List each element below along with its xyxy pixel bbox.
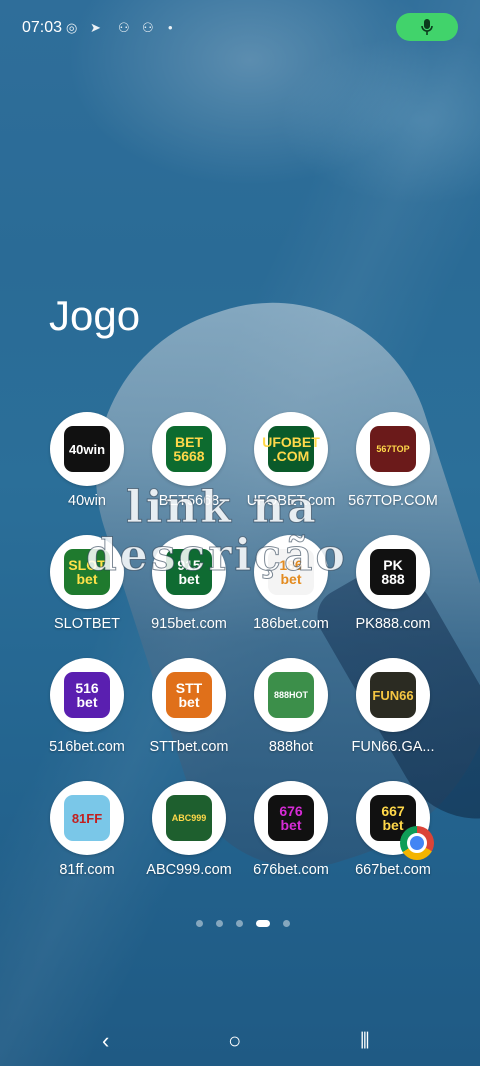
app-icon-circle[interactable]: FUN66 — [356, 658, 430, 732]
app-logo-icon: 888HOT — [268, 672, 314, 718]
app-logo-text: 516 — [75, 680, 99, 696]
app-logo-text: PK — [383, 557, 403, 573]
app-icon-circle[interactable]: 567TOP — [356, 412, 430, 486]
app-label: 915bet.com — [151, 616, 227, 632]
app-logo-text: 888 — [381, 571, 405, 587]
page-dot[interactable] — [196, 920, 203, 927]
page-dot[interactable] — [283, 920, 290, 927]
app-logo-text: 81FF — [71, 810, 103, 826]
app-logo-text: 676 — [279, 803, 303, 819]
app-icon-item[interactable]: 40win 40win — [37, 412, 137, 509]
app-label: ABC999.com — [146, 862, 232, 878]
app-logo-icon: UFOBET .COM — [262, 426, 320, 472]
app-icon-item[interactable]: PK 888 PK888.com — [343, 535, 443, 632]
app-icon-item[interactable]: FUN66 FUN66.GA... — [343, 658, 443, 755]
app-icon-circle[interactable]: 81FF — [50, 781, 124, 855]
app-logo-text: 888HOT — [273, 689, 308, 700]
notification-icon: ⚇ — [142, 20, 154, 35]
home-button[interactable]: ○ — [228, 1028, 241, 1054]
app-label: 667bet.com — [355, 862, 431, 878]
app-label: FUN66.GA... — [351, 739, 435, 755]
app-logo-text: 40win — [68, 441, 106, 457]
app-logo-text: bet — [382, 817, 404, 833]
app-logo-text: bet — [280, 817, 302, 833]
app-logo-icon: 40win — [64, 426, 110, 472]
app-label: PK888.com — [355, 616, 431, 632]
app-icon-circle[interactable]: 40win — [50, 412, 124, 486]
folder-title[interactable]: Jogo — [49, 292, 140, 340]
app-logo-text: bet — [76, 694, 98, 710]
notification-icon: ⚇ — [118, 20, 130, 35]
page-dot[interactable] — [256, 920, 270, 927]
app-logo-icon: FUN66 — [370, 672, 416, 718]
app-label: 888hot — [268, 739, 314, 755]
app-icon-circle[interactable]: PK 888 — [356, 535, 430, 609]
navigation-bar: ‹ ○ ⦀ — [0, 1010, 480, 1066]
location-icon: ◎ — [66, 20, 78, 35]
recents-button[interactable]: ⦀ — [360, 1028, 370, 1054]
telegram-icon: ➤ — [90, 20, 101, 35]
chrome-icon — [400, 826, 434, 860]
status-bar: 07:03 ◎ ➤ ⚇ ⚇ • — [0, 0, 480, 56]
page-dot[interactable] — [216, 920, 223, 927]
app-logo-icon: PK 888 — [370, 549, 416, 595]
overlay-caption-line2: descrição — [86, 530, 348, 582]
app-logo-text: 567TOP — [376, 443, 410, 454]
app-label: 81ff.com — [59, 862, 115, 878]
app-label: 676bet.com — [253, 862, 329, 878]
overlay-caption-line1: link na — [126, 482, 319, 534]
app-icon-item[interactable]: 567TOP 567TOP.COM — [343, 412, 443, 509]
status-time: 07:03 — [22, 19, 63, 36]
page-indicator[interactable] — [196, 920, 290, 927]
back-button[interactable]: ‹ — [102, 1028, 109, 1054]
app-icon-item[interactable]: ABC999 ABC999.com — [139, 781, 239, 878]
app-logo-text: 5668 — [173, 448, 205, 464]
app-logo-text: STT — [175, 680, 203, 696]
app-logo-text: bet — [178, 694, 200, 710]
app-logo-icon: 567TOP — [370, 426, 416, 472]
app-label: 186bet.com — [253, 616, 329, 632]
app-icon-item[interactable]: STT bet STTbet.com — [139, 658, 239, 755]
app-logo-icon: STT bet — [166, 672, 212, 718]
app-icon-item[interactable]: 81FF 81ff.com — [37, 781, 137, 878]
microphone-icon — [421, 19, 433, 35]
app-label: 567TOP.COM — [348, 493, 438, 509]
page-dot[interactable] — [236, 920, 243, 927]
app-icon-circle[interactable]: 516 bet — [50, 658, 124, 732]
app-icon-item[interactable]: 516 bet 516bet.com — [37, 658, 137, 755]
app-logo-icon: ABC999 — [166, 795, 212, 841]
app-icon-circle[interactable]: 676 bet — [254, 781, 328, 855]
app-icon-circle[interactable]: BET 5668 — [152, 412, 226, 486]
app-logo-icon: BET 5668 — [166, 426, 212, 472]
app-icon-circle[interactable]: ABC999 — [152, 781, 226, 855]
app-label: STTbet.com — [149, 739, 229, 755]
app-label: SLOTBET — [53, 616, 121, 632]
app-label: 516bet.com — [49, 739, 125, 755]
app-icon-circle[interactable]: 888HOT — [254, 658, 328, 732]
app-logo-icon: 676 bet — [268, 795, 314, 841]
app-logo-text: UFOBET — [262, 434, 320, 450]
dot-icon: • — [168, 20, 173, 35]
app-logo-text: BET — [175, 434, 203, 450]
app-logo-icon: 81FF — [64, 795, 110, 841]
app-logo-text: FUN66 — [372, 687, 414, 703]
app-logo-text: ABC999 — [171, 812, 207, 823]
app-logo-text: 667 — [381, 803, 405, 819]
app-icon-item[interactable]: 676 bet 676bet.com — [241, 781, 341, 878]
app-logo-icon: 516 bet — [64, 672, 110, 718]
app-icon-item[interactable]: 888HOT 888hot — [241, 658, 341, 755]
app-label: 40win — [68, 493, 106, 509]
mic-indicator[interactable] — [396, 13, 458, 41]
app-icon-circle[interactable]: STT bet — [152, 658, 226, 732]
app-logo-text: .COM — [272, 448, 310, 464]
app-icon-circle[interactable]: UFOBET .COM — [254, 412, 328, 486]
